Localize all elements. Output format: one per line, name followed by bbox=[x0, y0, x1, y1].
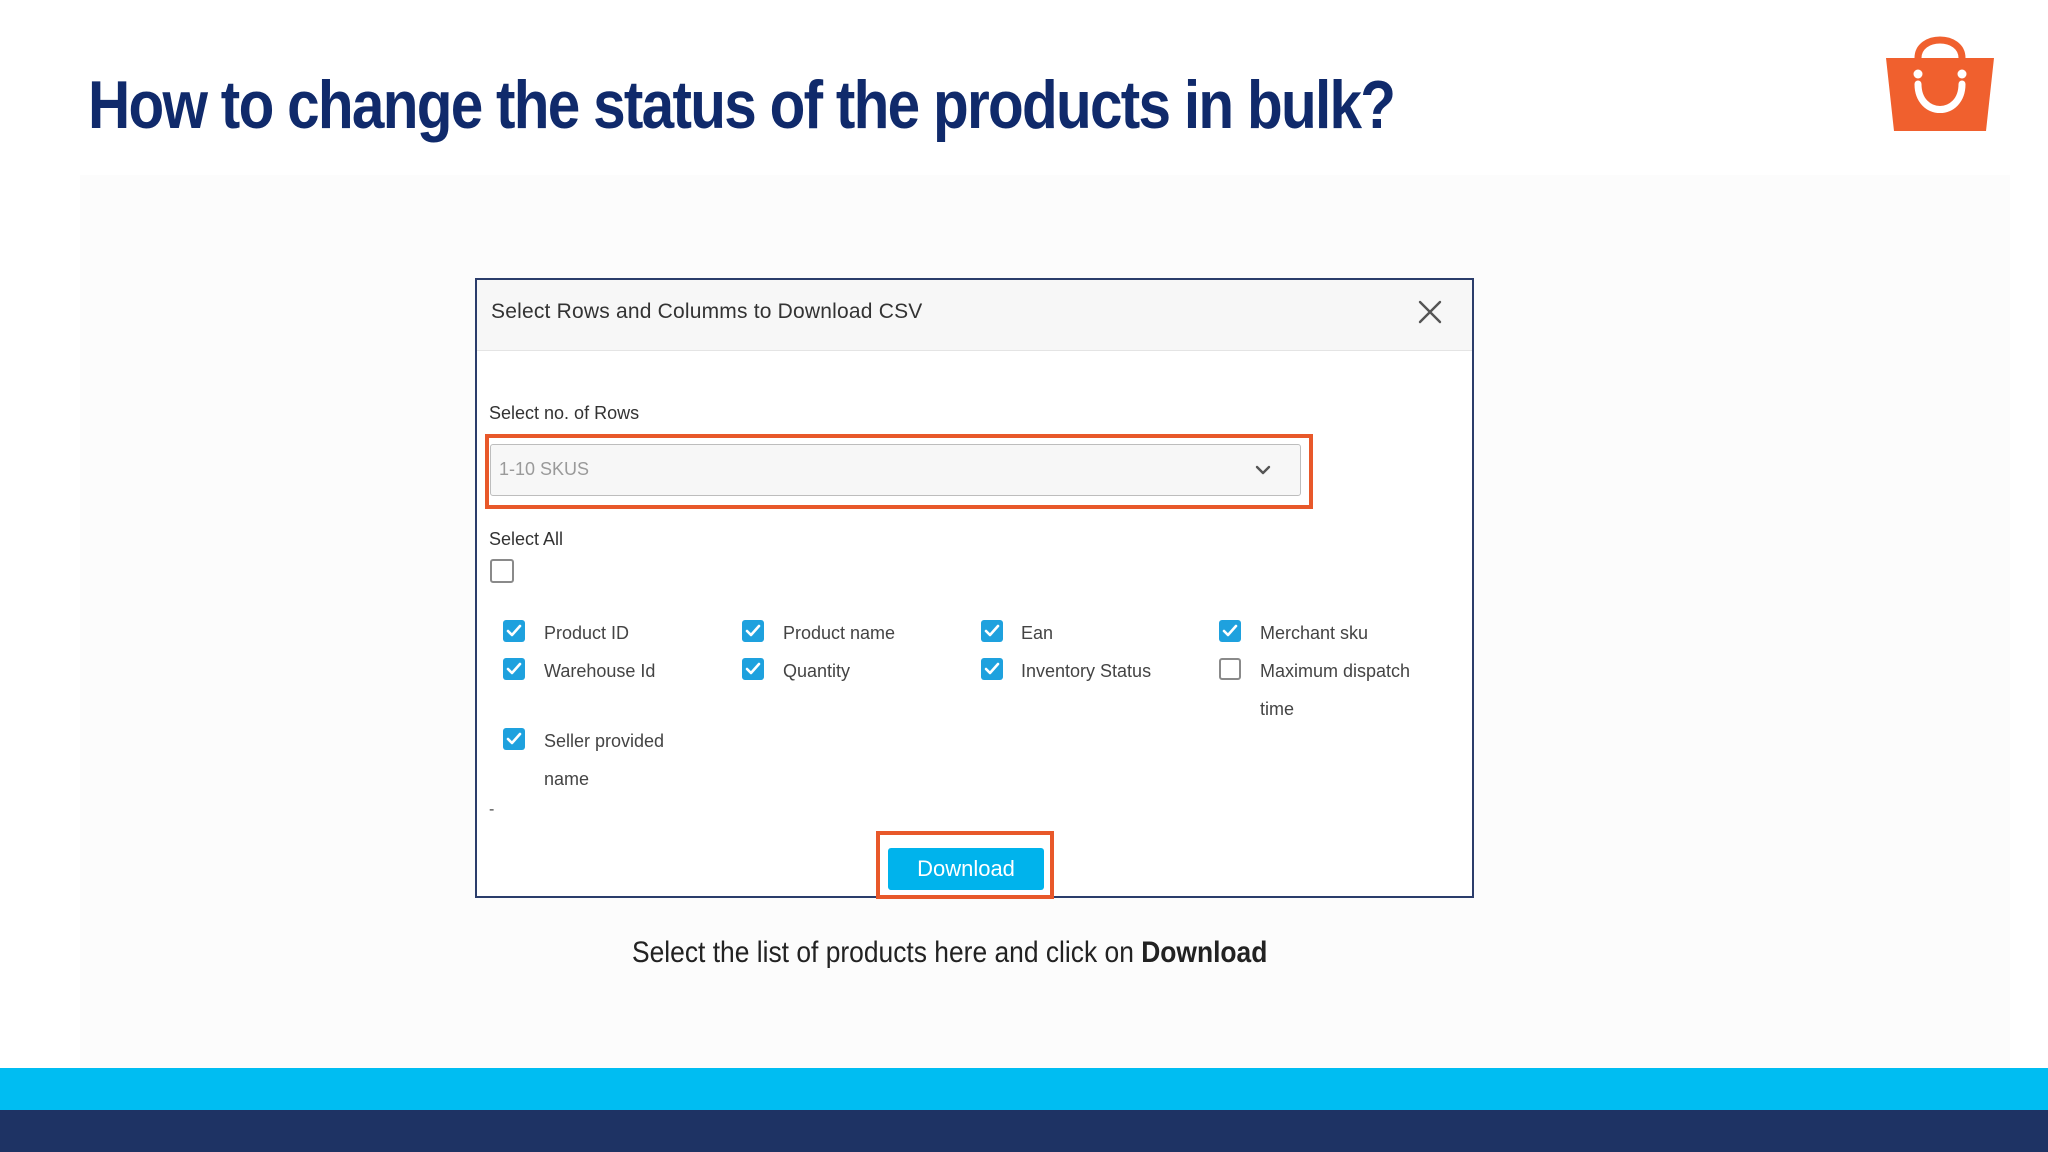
footer-band-dark bbox=[0, 1110, 2048, 1152]
caption-text: Select the list of products here and cli… bbox=[632, 936, 1142, 969]
checkbox-quantity[interactable] bbox=[742, 658, 764, 680]
check-icon bbox=[506, 662, 522, 675]
checkbox-product-id[interactable] bbox=[503, 620, 525, 642]
caption-bold-text: Download bbox=[1141, 936, 1268, 969]
rows-select[interactable]: 1-10 SKUS bbox=[490, 444, 1301, 496]
check-icon bbox=[984, 624, 1000, 637]
check-icon bbox=[506, 732, 522, 745]
chevron-down-icon bbox=[1255, 465, 1271, 475]
checkbox-maximum-dispatch-time[interactable] bbox=[1219, 658, 1241, 680]
slide-title: How to change the status of the products… bbox=[88, 67, 1396, 143]
option-label-product-id: Product ID bbox=[544, 623, 630, 643]
slide-caption: Select the list of products here and cli… bbox=[632, 936, 1267, 970]
check-icon bbox=[745, 624, 761, 637]
rows-select-value: 1-10 SKUS bbox=[499, 459, 590, 479]
checkbox-merchant-sku[interactable] bbox=[1219, 620, 1241, 642]
shopping-bag-icon bbox=[1886, 36, 1994, 131]
check-icon bbox=[745, 662, 761, 675]
checkbox-warehouse-id[interactable] bbox=[503, 658, 525, 680]
checkbox-ean[interactable] bbox=[981, 620, 1003, 642]
check-icon bbox=[506, 624, 522, 637]
download-button[interactable]: Download bbox=[888, 848, 1044, 890]
dialog-title: Select Rows and Columms to Download CSV bbox=[491, 300, 923, 323]
option-label-ean: Ean bbox=[1021, 623, 1054, 643]
download-csv-dialog: Select Rows and Columms to Download CSV bbox=[475, 278, 1474, 898]
option-label-maximum-dispatch-time: Maximum dispatch time bbox=[1260, 661, 1411, 719]
dash-mark: - bbox=[489, 801, 495, 818]
close-button[interactable] bbox=[1412, 294, 1448, 330]
checkbox-product-name[interactable] bbox=[742, 620, 764, 642]
option-label-product-name: Product name bbox=[783, 623, 896, 643]
option-label-seller-provided-name: Seller provided name bbox=[544, 731, 665, 789]
footer-band-light bbox=[0, 1068, 2048, 1110]
select-all-label: Select All bbox=[489, 529, 564, 549]
close-icon bbox=[1418, 300, 1442, 324]
check-icon bbox=[984, 662, 1000, 675]
select-all-checkbox[interactable] bbox=[490, 559, 514, 583]
option-label-merchant-sku: Merchant sku bbox=[1260, 623, 1369, 643]
checkbox-inventory-status[interactable] bbox=[981, 658, 1003, 680]
rows-label: Select no. of Rows bbox=[489, 403, 640, 423]
checkbox-seller-provided-name[interactable] bbox=[503, 728, 525, 750]
option-label-warehouse-id: Warehouse Id bbox=[544, 661, 656, 681]
dialog-header: Select Rows and Columms to Download CSV bbox=[477, 280, 1472, 351]
option-label-quantity: Quantity bbox=[783, 661, 851, 681]
check-icon bbox=[1222, 624, 1238, 637]
option-label-inventory-status: Inventory Status bbox=[1021, 661, 1152, 681]
